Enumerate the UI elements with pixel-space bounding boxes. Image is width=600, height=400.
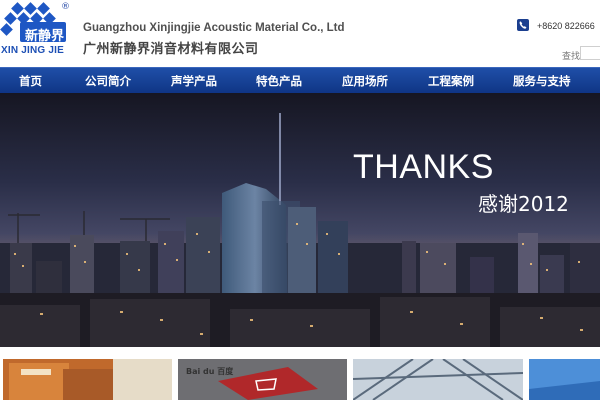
search-label: 查找 <box>562 52 581 62</box>
banner-headline: THANKS <box>353 148 494 186</box>
baidu-label: Bai du 百度 <box>186 367 234 376</box>
company-logo[interactable]: ® 新静界 XIN JING JIE <box>0 0 78 62</box>
city-skyline-image <box>0 93 600 347</box>
nav-item-acoustic-products[interactable]: 声学产品 <box>171 68 217 94</box>
thumbnail-blue-sky[interactable] <box>529 359 600 400</box>
nav-item-service-support[interactable]: 服务与支持 <box>513 68 571 94</box>
search-input[interactable] <box>580 46 600 60</box>
phone-number: +8620 822666 <box>537 21 595 31</box>
hero-banner[interactable]: THANKS 感谢2012 <box>0 93 600 347</box>
company-name-english: Guangzhou Xinjingjie Acoustic Material C… <box>83 22 345 34</box>
nav-item-home[interactable]: 首页 <box>19 68 42 94</box>
thumbnail-boxes[interactable] <box>3 359 172 400</box>
phone-icon <box>517 19 529 31</box>
nav-item-applications[interactable]: 应用场所 <box>342 68 388 94</box>
logo-mark-text: 新静界 <box>25 29 65 44</box>
thumbnail-baidu-cart[interactable]: Bai du 百度 <box>178 359 347 400</box>
nav-item-projects[interactable]: 工程案例 <box>428 68 474 94</box>
registered-mark: ® <box>61 2 70 12</box>
thumbnail-steel-structure[interactable] <box>353 359 523 400</box>
main-navigation: 首页 公司简介 声学产品 特色产品 应用场所 工程案例 服务与支持 <box>0 67 600 93</box>
nav-item-about[interactable]: 公司简介 <box>85 68 131 94</box>
site-header: ® 新静界 XIN JING JIE Guangzhou Xinjingjie … <box>0 0 600 67</box>
company-name-chinese: 广州新静界消音材料有限公司 <box>83 42 259 57</box>
thumbnail-strip: Bai du 百度 <box>0 347 600 400</box>
banner-subline: 感谢2012 <box>478 192 569 216</box>
logo-text: XIN JING JIE <box>1 45 64 56</box>
nav-item-featured-products[interactable]: 特色产品 <box>256 68 302 94</box>
